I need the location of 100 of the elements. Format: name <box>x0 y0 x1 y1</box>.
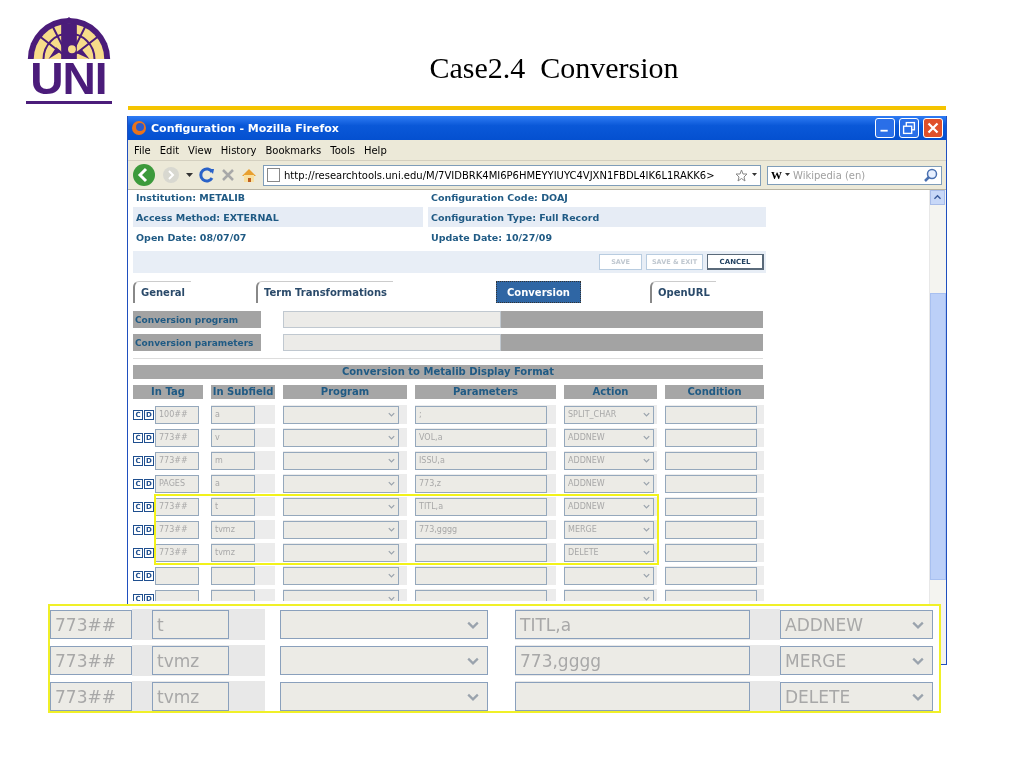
input-field[interactable] <box>283 311 501 328</box>
input-field[interactable]: VOL,a <box>415 428 547 447</box>
dropdown[interactable] <box>283 451 399 470</box>
input-field[interactable]: TITL,a <box>415 497 547 516</box>
reload-button[interactable] <box>199 167 215 183</box>
dropdown[interactable]: ADDNEW <box>564 474 654 493</box>
input-field[interactable]: 100## <box>155 405 199 424</box>
maximize-button[interactable] <box>899 118 919 138</box>
menu-item[interactable]: Bookmarks <box>265 144 322 156</box>
input-field[interactable] <box>283 334 501 351</box>
dropdown[interactable] <box>283 428 399 447</box>
chevron-icon <box>642 479 651 488</box>
home-button[interactable] <box>241 167 257 183</box>
address-bar[interactable]: http://researchtools.uni.edu/M/7VIDBRK4MI6P6HMEYYIUYC4VJXN1FBDL4IK6L1RAKK6> <box>263 164 761 186</box>
dropdown[interactable] <box>283 405 399 424</box>
star-icon[interactable] <box>735 168 748 182</box>
input-field[interactable] <box>665 405 757 424</box>
column-header: In Tag <box>133 385 203 399</box>
chevron-icon <box>387 548 396 557</box>
input-field[interactable] <box>665 566 757 585</box>
input-field[interactable]: t <box>152 610 229 639</box>
input-field[interactable]: 773## <box>155 520 199 539</box>
input-field[interactable]: 773,gggg <box>515 646 750 675</box>
input-field[interactable]: 773## <box>155 497 199 516</box>
info-label: Access Method: EXTERNAL <box>133 207 423 227</box>
input-field[interactable]: 773## <box>50 610 132 639</box>
dropdown[interactable] <box>283 543 399 562</box>
dropdown[interactable]: ADDNEW <box>564 497 654 516</box>
dropdown[interactable]: ADDNEW <box>564 451 654 470</box>
chevron-icon <box>387 433 396 442</box>
dropdown[interactable] <box>283 474 399 493</box>
input-field[interactable]: 773## <box>50 682 132 711</box>
page-icon <box>267 168 280 182</box>
input-field[interactable] <box>211 566 255 585</box>
menu-item[interactable]: File <box>134 144 151 156</box>
stop-button[interactable] <box>221 168 235 182</box>
input-field[interactable] <box>665 520 757 539</box>
menu-item[interactable]: Help <box>363 144 387 156</box>
dropdown[interactable] <box>283 497 399 516</box>
input-field[interactable]: tvmz <box>152 646 229 675</box>
dropdown[interactable] <box>564 566 654 585</box>
input-field[interactable] <box>515 682 750 711</box>
input-field[interactable]: 773## <box>155 543 199 562</box>
column-header: In Subfield <box>211 385 275 399</box>
dropdown[interactable] <box>280 682 488 711</box>
minimize-button[interactable] <box>875 118 895 138</box>
column-header: Action <box>564 385 657 399</box>
close-button[interactable] <box>923 118 943 138</box>
scrollbar-thumb[interactable] <box>930 293 946 580</box>
input-field[interactable] <box>665 497 757 516</box>
tab[interactable]: Conversion <box>496 281 581 303</box>
input-field[interactable]: 773## <box>50 646 132 675</box>
dropdown[interactable]: MERGE <box>780 646 933 675</box>
caret-icon[interactable] <box>785 173 790 177</box>
dropdown[interactable] <box>283 520 399 539</box>
input-field[interactable] <box>415 543 547 562</box>
search-icon[interactable] <box>924 168 938 182</box>
caret-icon[interactable] <box>186 172 193 178</box>
input-field[interactable]: TITL,a <box>515 610 750 639</box>
menu-item[interactable]: Edit <box>159 144 180 156</box>
input-field[interactable] <box>155 566 199 585</box>
input-field[interactable] <box>665 474 757 493</box>
tab[interactable]: General <box>133 281 191 303</box>
input-field[interactable] <box>665 543 757 562</box>
column-header: Parameters <box>415 385 556 399</box>
input-field[interactable] <box>415 566 547 585</box>
input-field[interactable]: 773## <box>155 451 199 470</box>
input-field[interactable]: tvmz <box>152 682 229 711</box>
input-field[interactable]: tvmz <box>211 520 255 539</box>
forward-button[interactable] <box>162 166 180 184</box>
dropdown[interactable]: MERGE <box>564 520 654 539</box>
search-field[interactable]: W Wikipedia (en) <box>767 165 942 185</box>
window-title: Configuration - Mozilla Firefox <box>151 121 340 135</box>
tab[interactable]: Term Transformations <box>256 281 394 303</box>
scroll-up-button[interactable] <box>930 190 946 205</box>
input-field[interactable]: 773,gggg <box>415 520 547 539</box>
input-field[interactable]: v <box>211 428 255 447</box>
tab[interactable]: OpenURL <box>650 281 716 303</box>
menu-item[interactable]: Tools <box>330 144 355 156</box>
back-button[interactable] <box>132 163 156 187</box>
caret-icon[interactable] <box>752 173 757 177</box>
dropdown[interactable]: ADDNEW <box>564 428 654 447</box>
dropdown[interactable] <box>280 610 488 639</box>
dropdown[interactable]: DELETE <box>780 682 933 711</box>
input-field[interactable]: 773## <box>155 428 199 447</box>
input-field[interactable]: 773,z <box>415 474 547 493</box>
input-field[interactable]: ; <box>415 405 547 424</box>
input-field[interactable] <box>665 451 757 470</box>
dropdown[interactable] <box>283 566 399 585</box>
dropdown[interactable] <box>280 646 488 675</box>
dropdown[interactable]: DELETE <box>564 543 654 562</box>
input-field[interactable] <box>665 428 757 447</box>
menu-item[interactable]: History <box>220 144 257 156</box>
dropdown[interactable]: ADDNEW <box>780 610 933 639</box>
menu-item[interactable]: View <box>188 144 212 156</box>
input-field[interactable]: t <box>211 497 255 516</box>
dropdown[interactable]: SPLIT_CHAR <box>564 405 654 424</box>
input-field[interactable]: tvmz <box>211 543 255 562</box>
input-field[interactable]: ISSU,a <box>415 451 547 470</box>
input-field[interactable]: PAGES <box>155 474 199 493</box>
